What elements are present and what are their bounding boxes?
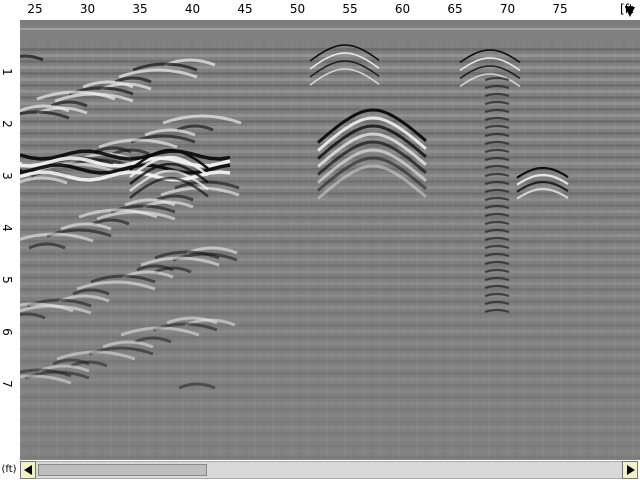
x-tick-label: 25: [27, 2, 43, 16]
x-tick-label: 30: [79, 2, 96, 16]
y-tick-label: 7: [0, 380, 14, 388]
horizontal-scroll-track[interactable]: [36, 461, 622, 479]
y-tick-label: 4: [0, 224, 14, 232]
y-tick-label: 6: [0, 328, 14, 336]
x-tick-label: 50: [289, 2, 306, 16]
radargram-image: [20, 20, 640, 460]
horizontal-scroll-thumb[interactable]: [38, 464, 207, 476]
y-tick-label: 3: [0, 172, 14, 180]
x-tick-label: 45: [237, 2, 253, 16]
x-tick-label: 70: [499, 2, 516, 16]
top-distance-ruler: 25 30 35 40 45 50 55 60 65 70 75 [ft: [0, 0, 640, 20]
x-tick-label: 40: [184, 2, 201, 16]
x-tick-label: 65: [447, 2, 463, 16]
y-tick-label: 2: [0, 120, 14, 128]
x-tick-label: 55: [342, 2, 358, 16]
x-tick-label: 75: [552, 2, 568, 16]
scroll-left-button[interactable]: [20, 461, 36, 479]
y-tick-label: 5: [0, 276, 14, 284]
surface-line: [20, 20, 640, 26]
y-tick-label: 1: [0, 68, 14, 76]
background-bands: [20, 48, 640, 459]
x-tick-label: 35: [132, 2, 148, 16]
corner-unit-label: (ft): [1, 464, 17, 475]
x-tick-label: 60: [394, 2, 411, 16]
left-depth-ruler: 1 2 3 4 5 6 7: [0, 20, 20, 460]
gpr-radargram-view[interactable]: [20, 20, 640, 460]
position-marker-icon[interactable]: [625, 7, 635, 17]
scroll-right-button[interactable]: [622, 461, 638, 479]
